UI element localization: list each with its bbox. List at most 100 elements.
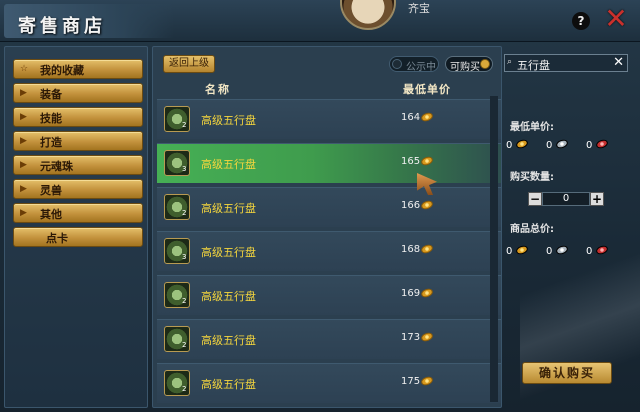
total-gold: 0 [506, 246, 513, 257]
min-price-silver: 0 [546, 140, 553, 151]
gold-coin-icon [419, 375, 435, 387]
item-name: 高级五行盘 [201, 290, 256, 303]
gold-coin-icon [419, 111, 435, 123]
five-element-disc-icon: 2 [164, 106, 190, 132]
gold-coin-icon [419, 199, 435, 211]
purchase-panel: ⌕ 五行盘 ✕ 最低单价: 0 0 0 购买数量: − 0 + 商品总价: 0 … [504, 46, 638, 408]
column-header-price: 最低单价 [403, 83, 451, 96]
red-coin-icon [594, 244, 610, 256]
sidebar-item-point-cards[interactable]: 点卡 [13, 227, 143, 247]
item-name: 高级五行盘 [201, 202, 256, 215]
item-count: 2 [182, 297, 187, 305]
item-price: 165 [401, 156, 421, 167]
gold-coin-icon [514, 244, 530, 256]
min-price-gold: 0 [506, 140, 513, 151]
window-title: 寄售商店 [18, 16, 106, 37]
item-price: 169 [401, 288, 421, 299]
radio-dot [392, 59, 402, 69]
item-name: 高级五行盘 [201, 246, 256, 259]
min-price-red: 0 [586, 140, 593, 151]
triangle-right-icon: ▶ [20, 112, 27, 122]
table-row[interactable]: 2 高级五行盘 169 [157, 275, 501, 315]
sidebar-item-other[interactable]: ▶ 其他 [13, 203, 143, 223]
decrease-quantity-button[interactable]: − [528, 192, 542, 206]
sidebar-item-favorites[interactable]: ☆ 我的收藏 [13, 59, 143, 79]
column-header-name: 名称 [205, 83, 231, 96]
sidebar-item-crafting[interactable]: ▶ 打造 [13, 131, 143, 151]
sidebar-item-soul-orbs[interactable]: ▶ 元魂珠 [13, 155, 143, 175]
gold-coin-icon [419, 331, 435, 343]
table-row[interactable]: 3 高级五行盘 168 [157, 231, 501, 271]
list-scrollbar[interactable] [490, 96, 498, 402]
total-red: 0 [586, 246, 593, 257]
search-input[interactable]: ⌕ 五行盘 ✕ [504, 54, 628, 72]
sidebar-item-label: 打造 [40, 136, 62, 149]
item-price: 168 [401, 244, 421, 255]
sidebar-item-spirit-beasts[interactable]: ▶ 灵兽 [13, 179, 143, 199]
total-price-readout: 0 0 0 [506, 244, 626, 260]
search-value: 五行盘 [517, 59, 550, 72]
increase-quantity-button[interactable]: + [590, 192, 604, 206]
buyable-toggle[interactable]: 可购买 [445, 56, 493, 73]
quantity-field[interactable]: 0 [542, 192, 590, 206]
sidebar-item-equipment[interactable]: ▶ 装备 [13, 83, 143, 103]
title-plate: 寄售商店 [4, 4, 174, 38]
item-name: 高级五行盘 [201, 158, 256, 171]
back-button[interactable]: 返回上级 [163, 55, 215, 73]
gold-coin-icon [419, 243, 435, 255]
sidebar-item-label: 装备 [40, 88, 62, 101]
min-price-label: 最低单价: [510, 122, 554, 133]
gold-coin-icon [419, 155, 435, 167]
table-row[interactable]: 2 高级五行盘 164 [157, 99, 501, 139]
item-count: 2 [182, 341, 187, 349]
table-row[interactable]: 2 高级五行盘 175 [157, 363, 501, 403]
gold-coin-icon [419, 287, 435, 299]
triangle-right-icon: ▶ [20, 184, 27, 194]
five-element-disc-icon: 3 [164, 150, 190, 176]
item-count: 3 [182, 165, 187, 173]
shop-window: 寄售商店 齐宝 ? ✕ ☆ 我的收藏 ▶ 装备 ▶ 技能 ▶ 打造 ▶ 元魂珠 … [0, 0, 640, 412]
buyable-toggle-label: 可购买 [450, 62, 480, 73]
item-name: 高级五行盘 [201, 114, 256, 127]
sidebar-item-label: 点卡 [46, 232, 68, 245]
item-count: 2 [182, 209, 187, 217]
item-price: 175 [401, 376, 421, 387]
item-price: 164 [401, 112, 421, 123]
public-toggle[interactable]: 公示中 [389, 56, 439, 73]
title-bar: 寄售商店 齐宝 ? ✕ [0, 0, 640, 42]
five-element-disc-icon: 3 [164, 238, 190, 264]
confirm-purchase-button[interactable]: 确认购买 [522, 362, 612, 384]
item-count: 2 [182, 121, 187, 129]
five-element-disc-icon: 2 [164, 370, 190, 396]
red-coin-icon [594, 138, 610, 150]
item-count: 3 [182, 253, 187, 261]
player-avatar [340, 0, 396, 30]
player-name: 齐宝 [408, 2, 430, 15]
table-row[interactable]: 2 高级五行盘 173 [157, 319, 501, 359]
min-price-readout: 0 0 0 [506, 138, 626, 154]
quantity-label: 购买数量: [510, 172, 554, 183]
close-button[interactable]: ✕ [600, 4, 632, 36]
total-silver: 0 [546, 246, 553, 257]
triangle-right-icon: ▶ [20, 208, 27, 218]
clear-search-button[interactable]: ✕ [613, 55, 624, 70]
help-button[interactable]: ? [572, 12, 590, 30]
five-element-disc-icon: 2 [164, 194, 190, 220]
table-row[interactable]: 2 高级五行盘 166 [157, 187, 501, 227]
sidebar-item-label: 技能 [40, 112, 62, 125]
radio-dot [480, 59, 490, 69]
search-icon: ⌕ [507, 57, 513, 67]
sidebar-item-label: 灵兽 [40, 184, 62, 197]
silver-coin-icon [554, 244, 570, 256]
item-price: 166 [401, 200, 421, 211]
sidebar-item-skills[interactable]: ▶ 技能 [13, 107, 143, 127]
sidebar-item-label: 我的收藏 [40, 64, 84, 77]
item-name: 高级五行盘 [201, 378, 256, 391]
triangle-right-icon: ▶ [20, 136, 27, 146]
table-row-selected[interactable]: 3 高级五行盘 165 [157, 143, 501, 183]
listing-panel: 返回上级 公示中 可购买 名称 最低单价 2 高级五行盘 164 3 高级五行盘… [152, 46, 502, 408]
item-count: 2 [182, 385, 187, 393]
sidebar-item-label: 元魂珠 [40, 160, 73, 173]
quantity-stepper: − 0 + [528, 192, 604, 206]
category-sidebar: ☆ 我的收藏 ▶ 装备 ▶ 技能 ▶ 打造 ▶ 元魂珠 ▶ 灵兽 ▶ 其他 点卡 [4, 46, 148, 408]
